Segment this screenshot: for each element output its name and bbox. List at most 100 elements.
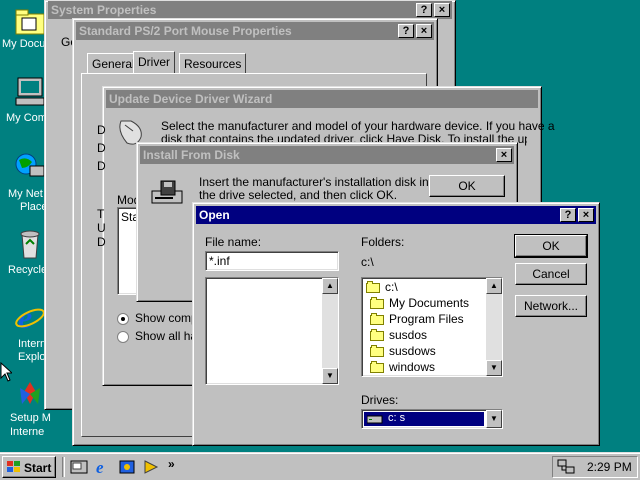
my-computer-shortcut[interactable]: My Com [0,74,48,130]
windows-logo-icon [7,461,20,472]
folder-item[interactable]: susdows [370,344,436,358]
desktop-icon-label: Recycle [8,264,48,276]
start-button[interactable]: Start [2,456,56,478]
folder-documents-icon [15,9,45,35]
ok-button[interactable]: OK [514,234,588,258]
internet-explorer-shortcut[interactable]: e Intern Explo [0,300,48,366]
window-title: Open [199,208,230,222]
file-list-scrollbar[interactable]: ▲ ▼ [322,278,338,384]
my-documents-shortcut[interactable]: My Docu [0,4,48,54]
clock[interactable]: 2:29 PM [587,460,632,474]
close-button[interactable]: × [496,148,512,162]
folder-item[interactable]: My Documents [370,296,469,310]
wizard-titlebar[interactable]: Update Device Driver Wizard [106,90,538,108]
network-tray-icon[interactable] [557,459,575,475]
desktop: { "desktop": { "icons": [ {"label": "My … [0,0,640,480]
tab-driver[interactable]: Driver [133,51,175,73]
quick-launch-overflow[interactable]: » [168,457,175,471]
show-all-radio[interactable] [117,331,129,343]
folder-item[interactable]: susdos [370,328,427,342]
setup-msn-shortcut[interactable]: Setup M Interne [0,378,51,442]
setup-msn-icon [20,382,40,404]
system-tray: 2:29 PM [552,456,638,478]
recycle-bin-icon [20,230,40,259]
folder-icon [370,328,384,341]
chevron-down-icon[interactable]: ▼ [486,410,502,428]
folder-tree-scrollbar[interactable]: ▲ ▼ [486,278,502,376]
window-title: Update Device Driver Wizard [109,92,273,106]
folder-item-root[interactable]: c:\ [366,280,398,294]
cancel-button[interactable]: Cancel [515,263,587,285]
scroll-down-button[interactable]: ▼ [322,368,338,384]
folder-icon [370,296,384,309]
partial-text: D [97,235,106,249]
help-button[interactable]: ? [560,208,576,222]
open-folder-icon [366,280,380,293]
scroll-up-button[interactable]: ▲ [322,278,338,294]
drives-label: Drives: [361,393,399,407]
open-dialog-titlebar[interactable]: Open ? × [196,206,596,224]
network-button[interactable]: Network... [515,295,587,317]
recycle-bin-shortcut[interactable]: Recycle [0,228,48,280]
folders-label: Folders: [361,235,405,249]
taskbar: Start e » 2:29 PM [0,452,640,480]
help-button[interactable]: ? [416,3,432,17]
file-name-input[interactable]: *.inf [205,251,339,271]
media-icon[interactable] [142,459,160,475]
close-button[interactable]: × [578,208,594,222]
file-name-value: *.inf [209,254,230,268]
desktop-icon-label: My Net [8,188,43,200]
tab-general[interactable]: General [87,53,140,73]
current-path: c:\ [361,255,374,269]
tab-strip: General Driver Resources [83,51,383,73]
system-properties-titlebar[interactable]: System Properties ? × [48,1,452,19]
install-text-line-2: the drive selected, and then click OK. [199,188,398,202]
ok-button[interactable]: OK [429,175,505,197]
svg-text:e: e [96,458,104,476]
channels-icon[interactable] [118,459,136,475]
close-button[interactable]: × [416,24,432,38]
partial-text: D [97,123,106,137]
folder-icon [370,360,384,373]
close-button[interactable]: × [434,3,450,17]
folder-tree[interactable]: c:\ My Documents Program Files susdos su… [361,277,503,377]
network-icon [15,153,45,177]
mouse-properties-titlebar[interactable]: Standard PS/2 Port Mouse Properties ? × [76,22,434,40]
drive-selected: c: s [364,412,484,426]
window-title: Standard PS/2 Port Mouse Properties [79,24,292,38]
folder-item[interactable]: windows [370,360,435,374]
install-from-disk-titlebar[interactable]: Install From Disk × [140,146,514,164]
show-desktop-icon[interactable] [70,459,88,475]
open-dialog: Open ? × File name: *.inf ▲ ▼ Folders: c… [192,202,600,446]
file-name-label: File name: [205,235,262,249]
desktop-icon-label: My Com [6,112,47,124]
hard-drive-icon [367,415,383,424]
disk-drive-icon [151,180,183,204]
partial-text: U [97,221,106,235]
wizard-text-line-1: Select the manufacturer and model of you… [161,119,555,133]
desktop-icon-label: Intern [18,338,47,350]
scroll-down-button[interactable]: ▼ [486,360,502,376]
mouse-cursor-icon [0,362,12,382]
desktop-icon-label: Explo [18,351,46,363]
quick-launch-divider [62,457,65,477]
folder-item[interactable]: Program Files [370,312,464,326]
help-button[interactable]: ? [398,24,414,38]
window-title: Install From Disk [143,148,240,162]
show-compatible-radio[interactable] [117,313,129,325]
start-label: Start [24,461,52,475]
computer-icon [15,77,45,106]
show-all-label[interactable]: Show all ha [135,329,197,343]
internet-explorer-icon[interactable]: e [94,458,112,476]
file-list[interactable]: ▲ ▼ [205,277,339,385]
scroll-up-button[interactable]: ▲ [486,278,502,294]
partial-text: T [97,207,105,221]
drives-select[interactable]: c: s ▼ [361,409,503,429]
tab-resources[interactable]: Resources [179,53,247,73]
desktop-icon-label: Setup M [10,412,51,424]
window-title: System Properties [51,3,157,17]
partial-text: D [97,159,106,173]
drive-value: c: s [388,412,406,424]
network-neighborhood-shortcut[interactable]: My Net Place [0,150,48,214]
partial-text: D [97,141,106,155]
